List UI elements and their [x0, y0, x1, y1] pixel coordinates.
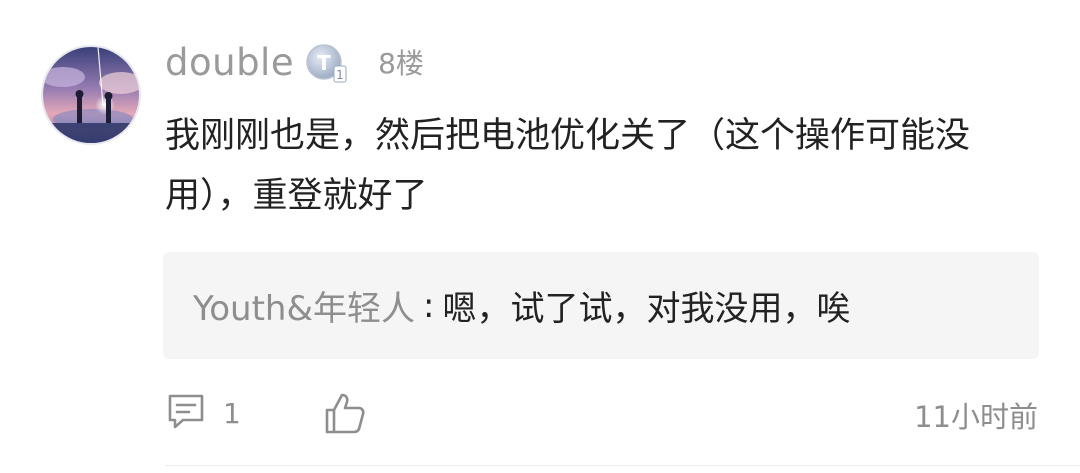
level-badge-number: 1 [336, 68, 344, 82]
divider [165, 465, 1080, 466]
timestamp: 11小时前 [914, 400, 1038, 434]
reply-preview[interactable]: Youth&年轻人 : 嗯，试了试，对我没用，唉 [163, 252, 1039, 359]
reply-author[interactable]: Youth&年轻人 [193, 281, 415, 330]
thumbs-up-icon [323, 393, 367, 440]
username[interactable]: double [165, 41, 294, 84]
level-badge-letter: T [317, 51, 331, 75]
comment-footer: 1 11小时前 [165, 388, 1038, 438]
comment-button[interactable]: 1 [165, 390, 241, 436]
reply-separator: : [423, 285, 435, 326]
user-avatar[interactable] [41, 45, 141, 145]
floor-number: 8楼 [378, 47, 424, 80]
reply-text: 嗯，试了试，对我没用，唉 [442, 289, 851, 329]
like-button[interactable] [323, 390, 367, 436]
comment-header: double T 1 8楼 [165, 38, 424, 86]
level-badge-icon: T 1 [304, 40, 348, 84]
comment-text: 我刚刚也是，然后把电池优化关了（这个操作可能没用），重登就好了 [165, 116, 971, 216]
comment-icon [165, 390, 207, 436]
comment-count: 1 [223, 396, 241, 430]
